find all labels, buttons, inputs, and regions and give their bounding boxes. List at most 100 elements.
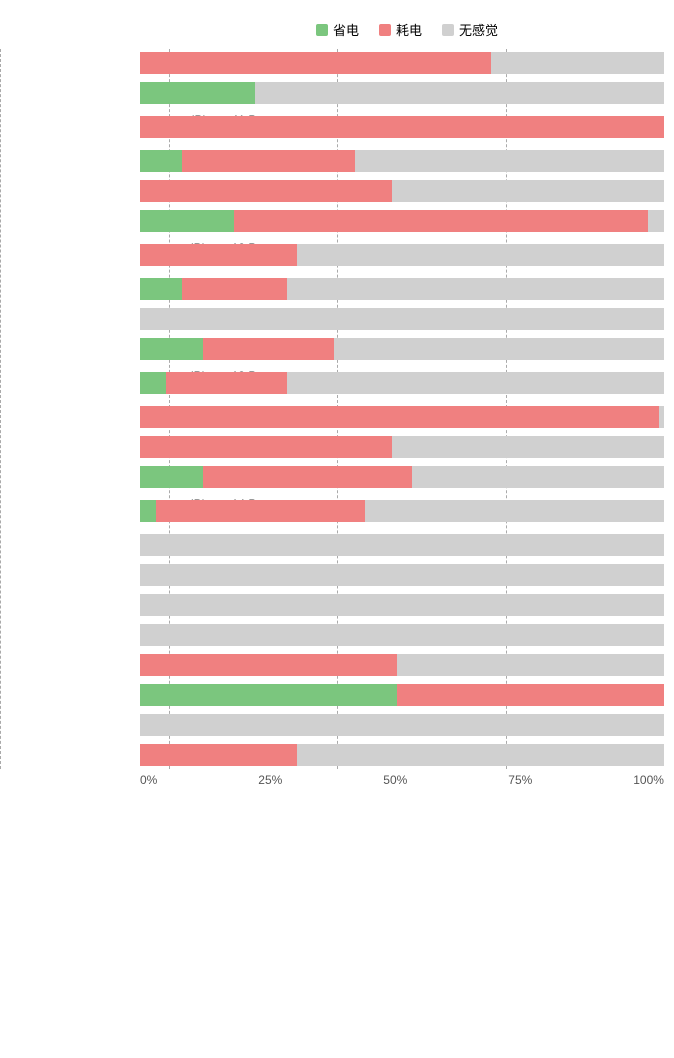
bar-segment-red bbox=[140, 180, 392, 202]
bar-row: iPhone 14 ProMax bbox=[140, 493, 664, 529]
bar-row: iPhone 14 Pro bbox=[140, 463, 664, 491]
legend-item: 无感觉 bbox=[442, 20, 498, 39]
bar-segment-gray bbox=[397, 654, 664, 676]
legend-label: 省电 bbox=[333, 20, 359, 39]
bar-segment-red bbox=[156, 500, 366, 522]
bar-segment-gray bbox=[140, 308, 664, 330]
bar-track bbox=[140, 594, 664, 616]
bar-row: iPhone 13 Pro bbox=[140, 335, 664, 363]
bar-segment-green bbox=[140, 684, 397, 706]
bar-segment-gray bbox=[659, 406, 664, 428]
bar-segment-gray bbox=[287, 372, 664, 394]
bar-row: iPhone 13 ProMax bbox=[140, 365, 664, 401]
bar-row: iPhone SE 第2代 bbox=[140, 591, 664, 619]
bar-track bbox=[140, 82, 664, 104]
bar-segment-gray bbox=[297, 744, 664, 766]
bar-segment-red bbox=[182, 150, 355, 172]
bar-segment-red bbox=[140, 654, 397, 676]
bar-track bbox=[140, 116, 664, 138]
bar-segment-gray bbox=[392, 436, 664, 458]
bar-segment-green bbox=[140, 278, 182, 300]
legend-color-dot bbox=[442, 24, 454, 36]
x-axis-label: 0% bbox=[140, 773, 157, 787]
legend-item: 省电 bbox=[316, 20, 359, 39]
bar-segment-gray bbox=[297, 244, 664, 266]
bar-row: iPhone X bbox=[140, 651, 664, 679]
bar-track bbox=[140, 744, 664, 766]
legend-color-dot bbox=[379, 24, 391, 36]
bar-segment-gray bbox=[140, 534, 664, 556]
bar-row: iPhone 11 Pro bbox=[140, 79, 664, 107]
bar-segment-gray bbox=[255, 82, 664, 104]
bar-row: iPhone XS bbox=[140, 711, 664, 739]
bar-row: iPhone 12 Pro bbox=[140, 207, 664, 235]
grid-line bbox=[0, 49, 1, 769]
bar-segment-red bbox=[397, 684, 664, 706]
x-axis-label: 100% bbox=[633, 773, 664, 787]
legend: 省电 耗电 无感觉 bbox=[0, 20, 674, 39]
bar-track bbox=[140, 210, 664, 232]
bar-track bbox=[140, 714, 664, 736]
chart-container: 省电 耗电 无感觉 iPhone 11iPhone 11 ProiPhone 11 … bbox=[0, 10, 674, 817]
bar-segment-green bbox=[140, 466, 203, 488]
bar-track bbox=[140, 338, 664, 360]
bar-segment-green bbox=[140, 210, 234, 232]
legend-color-dot bbox=[316, 24, 328, 36]
bar-segment-red bbox=[203, 338, 334, 360]
bar-row: iPhone XS Max bbox=[140, 741, 664, 769]
bar-segment-gray bbox=[140, 714, 664, 736]
bar-track bbox=[140, 684, 664, 706]
bar-row: iPhone 14 Plus bbox=[140, 433, 664, 461]
bar-segment-red bbox=[140, 436, 392, 458]
bar-track bbox=[140, 52, 664, 74]
bar-row: iPhone 8 Plus bbox=[140, 561, 664, 589]
bar-segment-gray bbox=[140, 624, 664, 646]
bar-track bbox=[140, 624, 664, 646]
bar-segment-red bbox=[203, 466, 413, 488]
bar-segment-gray bbox=[140, 594, 664, 616]
bar-segment-gray bbox=[287, 278, 664, 300]
x-axis-label: 75% bbox=[508, 773, 532, 787]
bar-track bbox=[140, 406, 664, 428]
bar-segment-red bbox=[166, 372, 287, 394]
bar-track bbox=[140, 500, 664, 522]
bar-segment-green bbox=[140, 500, 156, 522]
bar-row: iPhone 12 mini bbox=[140, 177, 664, 205]
bar-segment-gray bbox=[140, 564, 664, 586]
bar-segment-red bbox=[182, 278, 287, 300]
bar-segment-gray bbox=[334, 338, 664, 360]
bar-segment-gray bbox=[412, 466, 664, 488]
bar-segment-gray bbox=[648, 210, 664, 232]
bar-segment-gray bbox=[355, 150, 664, 172]
chart-area: iPhone 11iPhone 11 ProiPhone 11 ProMaxiP… bbox=[0, 49, 674, 769]
bar-row: iPhone 12 bbox=[140, 147, 664, 175]
bar-segment-red bbox=[140, 244, 297, 266]
x-axis-label: 50% bbox=[383, 773, 407, 787]
bar-row: iPhone 11 ProMax bbox=[140, 109, 664, 145]
bar-segment-green bbox=[140, 372, 166, 394]
bar-track bbox=[140, 564, 664, 586]
bar-row: iPhone 13 mini bbox=[140, 305, 664, 333]
bar-segment-green bbox=[140, 82, 255, 104]
bar-segment-gray bbox=[392, 180, 664, 202]
bar-segment-red bbox=[140, 116, 664, 138]
bar-track bbox=[140, 654, 664, 676]
bar-segment-red bbox=[140, 52, 491, 74]
bar-row: iPhone 8 bbox=[140, 531, 664, 559]
bar-track bbox=[140, 244, 664, 266]
bar-track bbox=[140, 278, 664, 300]
bar-row: iPhone XR bbox=[140, 681, 664, 709]
legend-label: 无感觉 bbox=[459, 20, 498, 39]
bar-track bbox=[140, 534, 664, 556]
legend-item: 耗电 bbox=[379, 20, 422, 39]
bar-track bbox=[140, 308, 664, 330]
legend-label: 耗电 bbox=[396, 20, 422, 39]
bar-row: iPhone 14 bbox=[140, 403, 664, 431]
bar-track bbox=[140, 466, 664, 488]
bar-track bbox=[140, 150, 664, 172]
bar-segment-red bbox=[140, 406, 659, 428]
x-axis-label: 25% bbox=[258, 773, 282, 787]
bar-track bbox=[140, 180, 664, 202]
bar-segment-red bbox=[140, 744, 297, 766]
bar-row: iPhone 12 ProMax bbox=[140, 237, 664, 273]
